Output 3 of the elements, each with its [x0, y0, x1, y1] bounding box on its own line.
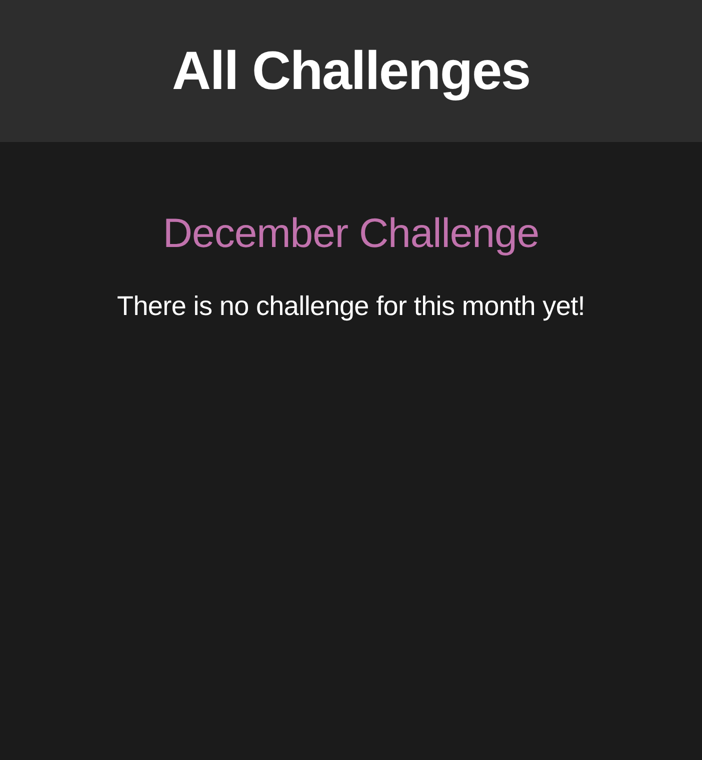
page-title: All Challenges: [172, 40, 530, 102]
empty-message: There is no challenge for this month yet!: [117, 291, 585, 322]
challenge-title: December Challenge: [162, 210, 540, 257]
